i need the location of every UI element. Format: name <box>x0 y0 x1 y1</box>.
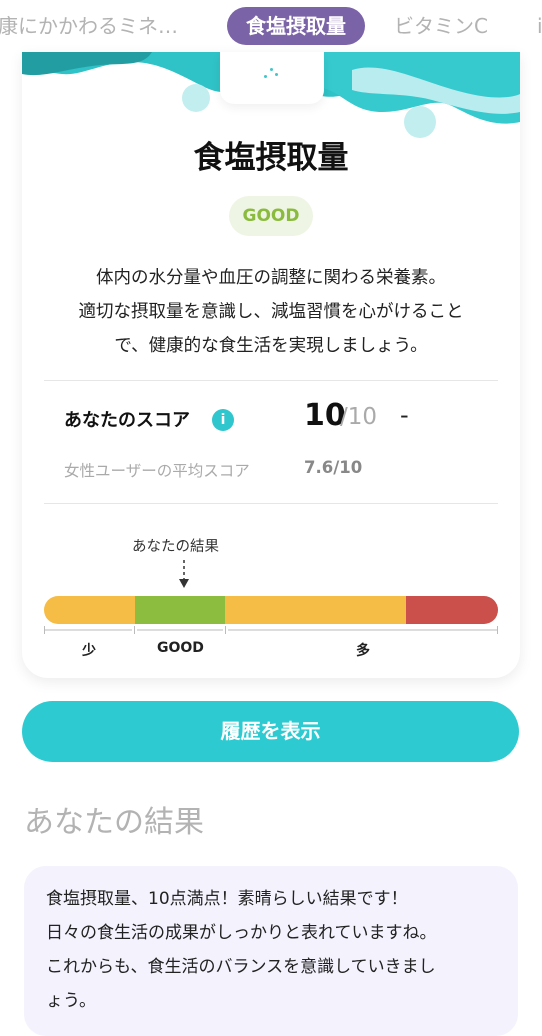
gauge-segment-low <box>44 596 135 624</box>
description-line: 適切な摂取量を意識し、減塩習慣を心がけること <box>78 302 464 322</box>
result-marker-label: あなたの結果 <box>132 539 219 555</box>
view-history-button[interactable]: 履歴を表示 <box>22 701 519 762</box>
score-max: /10 <box>340 404 378 430</box>
gauge-label-high: 多 <box>356 643 370 659</box>
status-badge: GOOD <box>229 196 313 236</box>
nutrient-description: 体内の水分量や血圧の調整に関わる栄養素。 適切な摂取量を意識し、減塩習慣を心がけ… <box>42 261 500 363</box>
average-score-label: 女性ユーザーの平均スコア <box>64 462 250 480</box>
gauge-segment-good <box>135 596 225 624</box>
tab-vitamin-c[interactable]: ビタミンC <box>394 7 488 45</box>
tab-salt-intake[interactable]: 食塩摂取量 <box>227 7 365 45</box>
score-trend: - <box>400 401 409 429</box>
score-label: あなたのスコア <box>64 410 190 431</box>
divider <box>44 503 498 504</box>
gauge-scale <box>44 626 498 634</box>
category-tabs: 康にかかわるミネ… 食塩摂取量 ビタミンC i <box>0 0 542 52</box>
description-line: で、健康的な食生活を実現しましょう。 <box>114 336 428 356</box>
divider <box>44 380 498 381</box>
nutrient-icon <box>220 52 324 104</box>
tab-mineral[interactable]: 康にかかわるミネ… <box>0 7 178 45</box>
gauge-segment-high <box>225 596 406 624</box>
info-icon[interactable]: i <box>212 409 234 431</box>
nutrient-title: 食塩摂取量 <box>193 140 349 176</box>
intake-gauge <box>44 596 498 624</box>
result-heading: あなたの結果 <box>24 805 204 840</box>
gauge-label-low: 少 <box>82 643 96 659</box>
average-score-value: 7.6/10 <box>304 458 363 477</box>
result-message: 食塩摂取量、10点満点！素晴らしい結果です！ 日々の食生活の成果がしっかりと表れ… <box>24 866 518 1036</box>
description-line: 体内の水分量や血圧の調整に関わる栄養素。 <box>96 268 446 288</box>
gauge-segment-excess <box>406 596 498 624</box>
result-line: これからも、食生活のバランスを意識していきまし <box>46 957 436 977</box>
tab-next[interactable]: i <box>537 7 542 45</box>
gauge-label-good: GOOD <box>157 640 204 656</box>
result-line: ょう。 <box>46 991 96 1011</box>
nutrient-card: 食塩摂取量 GOOD 体内の水分量や血圧の調整に関わる栄養素。 適切な摂取量を意… <box>22 52 520 678</box>
result-line: 食塩摂取量、10点満点！素晴らしい結果です！ <box>46 889 408 909</box>
arrow-down-icon <box>179 560 189 588</box>
result-line: 日々の食生活の成果がしっかりと表れていますね。 <box>46 923 437 943</box>
